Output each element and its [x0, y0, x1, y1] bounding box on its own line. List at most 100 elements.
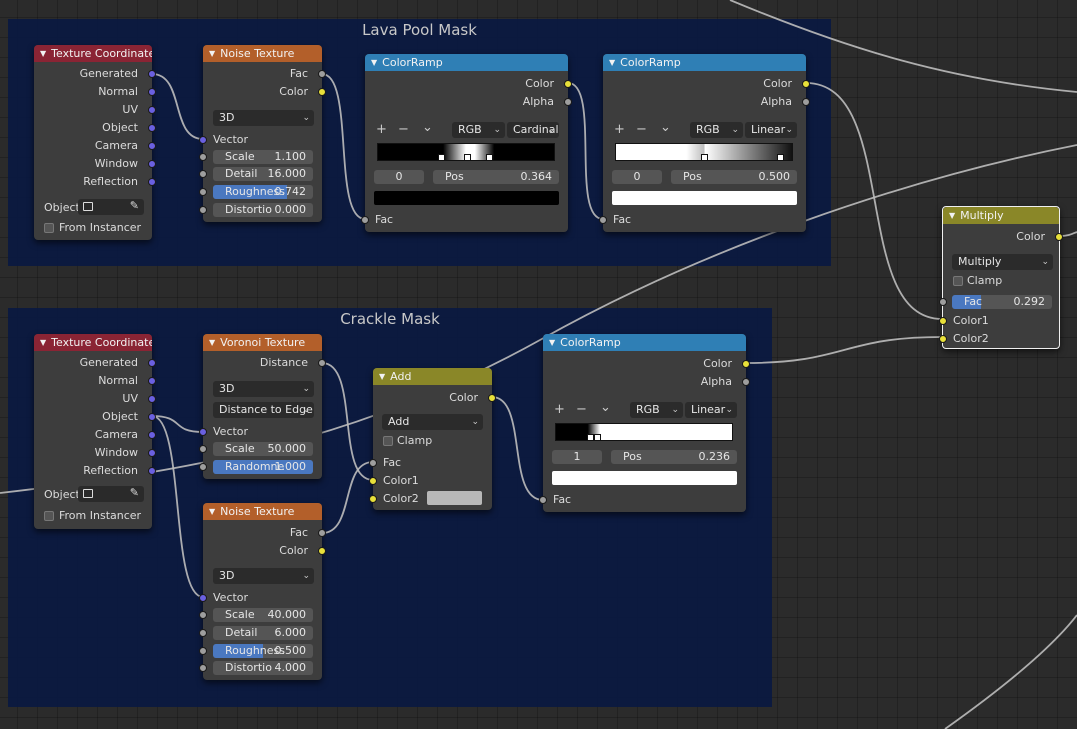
noise-texture-node[interactable]: ▼ Noise Texture Fac Color 3D ⌄ Vector Scal… — [199, 45, 326, 222]
scale-field[interactable]: Scale 1.100 — [213, 150, 313, 164]
detail-field[interactable]: Detail 16.000 — [213, 167, 313, 181]
input-socket[interactable] — [199, 428, 207, 436]
voronoi-texture-node[interactable]: ▼ Voronoi Texture Distance 3D ⌄ Distance t… — [199, 334, 326, 479]
node-header[interactable]: ▼ ColorRamp — [365, 54, 568, 71]
input-socket[interactable] — [199, 136, 207, 144]
feature-dropdown[interactable]: Distance to Edge ⌄ — [213, 402, 314, 418]
blend-type-dropdown[interactable]: Add ⌄ — [382, 414, 483, 430]
collapse-icon[interactable]: ▼ — [40, 49, 46, 58]
dimensions-dropdown[interactable]: 3D ⌄ — [213, 568, 314, 584]
from-instancer-checkbox[interactable] — [44, 511, 54, 521]
output-socket[interactable] — [318, 359, 326, 367]
color2-swatch[interactable] — [427, 491, 482, 505]
from-instancer-checkbox[interactable] — [44, 223, 54, 233]
output-socket[interactable] — [564, 98, 572, 106]
stop-color-swatch[interactable] — [552, 471, 737, 485]
ramp-menu-button[interactable]: ⌄ — [600, 401, 611, 415]
node-header[interactable]: ▼ Noise Texture — [203, 45, 322, 62]
fac-field[interactable]: Fac 0.292 — [952, 295, 1052, 309]
output-socket[interactable] — [318, 88, 326, 96]
object-field[interactable]: ✎ — [78, 199, 144, 215]
input-socket[interactable] — [199, 647, 207, 655]
input-socket[interactable] — [361, 216, 369, 224]
add-stop-button[interactable]: + — [376, 123, 387, 137]
input-socket[interactable] — [199, 170, 207, 178]
output-socket[interactable] — [488, 394, 496, 402]
interpolation-dropdown[interactable]: Linear ⌄ — [745, 122, 797, 138]
output-socket[interactable] — [742, 378, 750, 386]
output-socket[interactable] — [318, 547, 326, 555]
input-socket[interactable] — [199, 629, 207, 637]
ramp-menu-button[interactable]: ⌄ — [660, 121, 671, 135]
output-socket[interactable] — [148, 413, 156, 421]
node-header[interactable]: ▼ Noise Texture — [203, 503, 322, 520]
output-socket[interactable] — [148, 124, 156, 132]
node-header[interactable]: ▼ ColorRamp — [543, 334, 746, 351]
texture-coordinate-node[interactable]: ▼ Texture Coordinate Generated Normal UV … — [34, 334, 156, 529]
output-socket[interactable] — [318, 529, 326, 537]
scale-field[interactable]: Scale 50.000 — [213, 442, 313, 456]
add-stop-button[interactable]: + — [554, 403, 565, 417]
node-header[interactable]: ▼ Texture Coordinate — [34, 45, 152, 62]
colorramp-node[interactable]: ▼ ColorRamp Color Alpha + − ⌄ RGB ⌄ Cardin… — [361, 54, 572, 232]
ramp-menu-button[interactable]: ⌄ — [422, 121, 433, 135]
eyedropper-icon[interactable]: ✎ — [130, 199, 139, 212]
remove-stop-button[interactable]: − — [576, 403, 587, 417]
output-socket[interactable] — [148, 449, 156, 457]
stop-position-field[interactable]: Pos 0.500 — [671, 170, 797, 184]
stop-position-field[interactable]: Pos 0.236 — [611, 450, 737, 464]
node-header[interactable]: ▼ Multiply — [943, 207, 1059, 224]
color-ramp-bar[interactable] — [555, 423, 733, 441]
stop-color-swatch[interactable] — [612, 191, 797, 205]
dimensions-dropdown[interactable]: 3D ⌄ — [213, 110, 314, 126]
output-socket[interactable] — [148, 467, 156, 475]
input-socket[interactable] — [199, 463, 207, 471]
roughness-field[interactable]: Roughness 0.742 — [213, 185, 313, 199]
distortion-field[interactable]: Distortio 0.000 — [213, 203, 313, 217]
color-ramp-bar[interactable] — [377, 143, 555, 161]
input-socket[interactable] — [939, 335, 947, 343]
collapse-icon[interactable]: ▼ — [379, 372, 385, 381]
input-socket[interactable] — [199, 445, 207, 453]
node-header[interactable]: ▼ Add — [373, 368, 492, 385]
stop-index-field[interactable]: 0 — [374, 170, 424, 184]
output-socket[interactable] — [148, 431, 156, 439]
stop-index-field[interactable]: 0 — [612, 170, 662, 184]
object-field[interactable]: ✎ — [78, 486, 144, 502]
output-socket[interactable] — [148, 142, 156, 150]
add-mix-node[interactable]: ▼ Add Color Add ⌄ Clamp Fac Color1 Color2 — [369, 368, 496, 510]
input-socket[interactable] — [199, 611, 207, 619]
collapse-icon[interactable]: ▼ — [371, 58, 377, 67]
node-header[interactable]: ▼ ColorRamp — [603, 54, 806, 71]
colorramp-node[interactable]: ▼ ColorRamp Color Alpha + − ⌄ RGB ⌄ Linear… — [599, 54, 810, 232]
eyedropper-icon[interactable]: ✎ — [130, 486, 139, 499]
input-socket[interactable] — [369, 459, 377, 467]
output-socket[interactable] — [148, 70, 156, 78]
stop-position-field[interactable]: Pos 0.364 — [433, 170, 559, 184]
input-socket[interactable] — [369, 477, 377, 485]
collapse-icon[interactable]: ▼ — [609, 58, 615, 67]
input-socket[interactable] — [199, 594, 207, 602]
output-socket[interactable] — [148, 178, 156, 186]
output-socket[interactable] — [742, 360, 750, 368]
remove-stop-button[interactable]: − — [398, 123, 409, 137]
noise-texture-node[interactable]: ▼ Noise Texture Fac Color 3D ⌄ Vector Scal… — [199, 503, 326, 680]
distortion-field[interactable]: Distortio 4.000 — [213, 661, 313, 675]
collapse-icon[interactable]: ▼ — [209, 49, 215, 58]
input-socket[interactable] — [939, 298, 947, 306]
randomness-field[interactable]: Randomne 1.000 — [213, 460, 313, 474]
color-mode-dropdown[interactable]: RGB ⌄ — [452, 122, 505, 138]
stop-color-swatch[interactable] — [374, 191, 559, 205]
clamp-checkbox[interactable] — [383, 436, 393, 446]
output-socket[interactable] — [802, 98, 810, 106]
output-socket[interactable] — [148, 160, 156, 168]
collapse-icon[interactable]: ▼ — [549, 338, 555, 347]
input-socket[interactable] — [199, 153, 207, 161]
collapse-icon[interactable]: ▼ — [949, 211, 955, 220]
detail-field[interactable]: Detail 6.000 — [213, 626, 313, 640]
node-header[interactable]: ▼ Texture Coordinate — [34, 334, 152, 351]
node-header[interactable]: ▼ Voronoi Texture — [203, 334, 322, 351]
output-socket[interactable] — [318, 70, 326, 78]
roughness-field[interactable]: Roughness 0.500 — [213, 644, 313, 658]
color-ramp-bar[interactable] — [615, 143, 793, 161]
